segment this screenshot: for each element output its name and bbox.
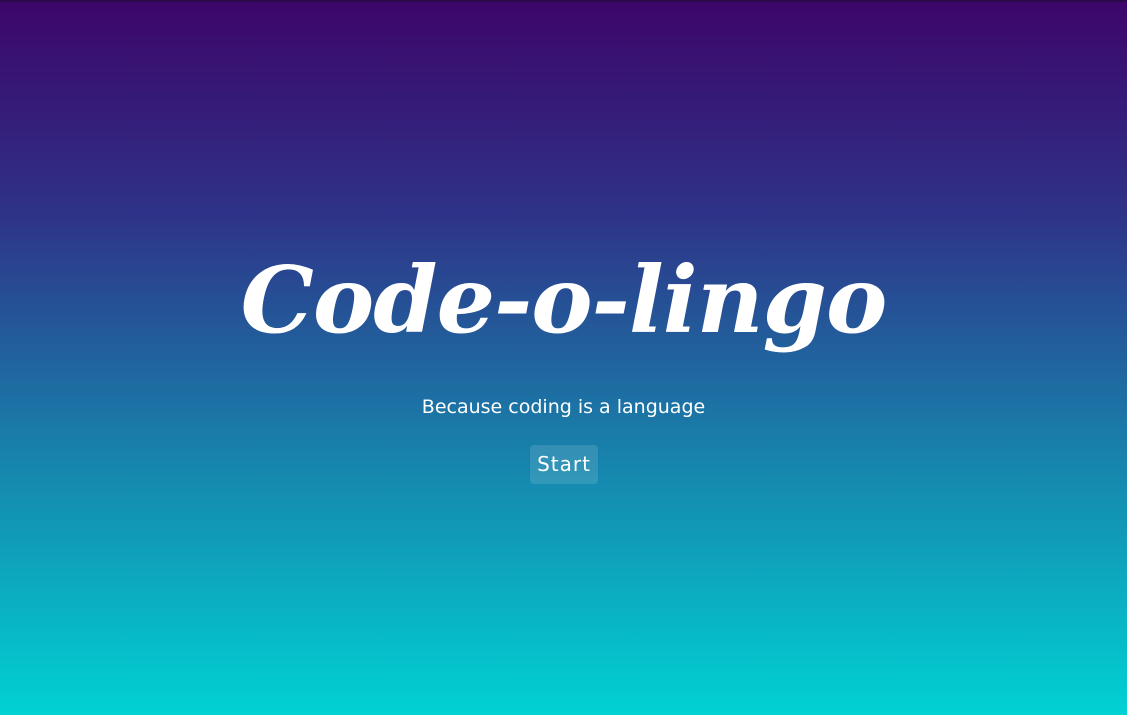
app-tagline: Because coding is a language [421,396,706,418]
landing-hero: Code-o-lingo Because coding is a languag… [0,0,1127,715]
app-title: Code-o-lingo [240,246,888,354]
start-button[interactable]: Start [530,445,598,484]
